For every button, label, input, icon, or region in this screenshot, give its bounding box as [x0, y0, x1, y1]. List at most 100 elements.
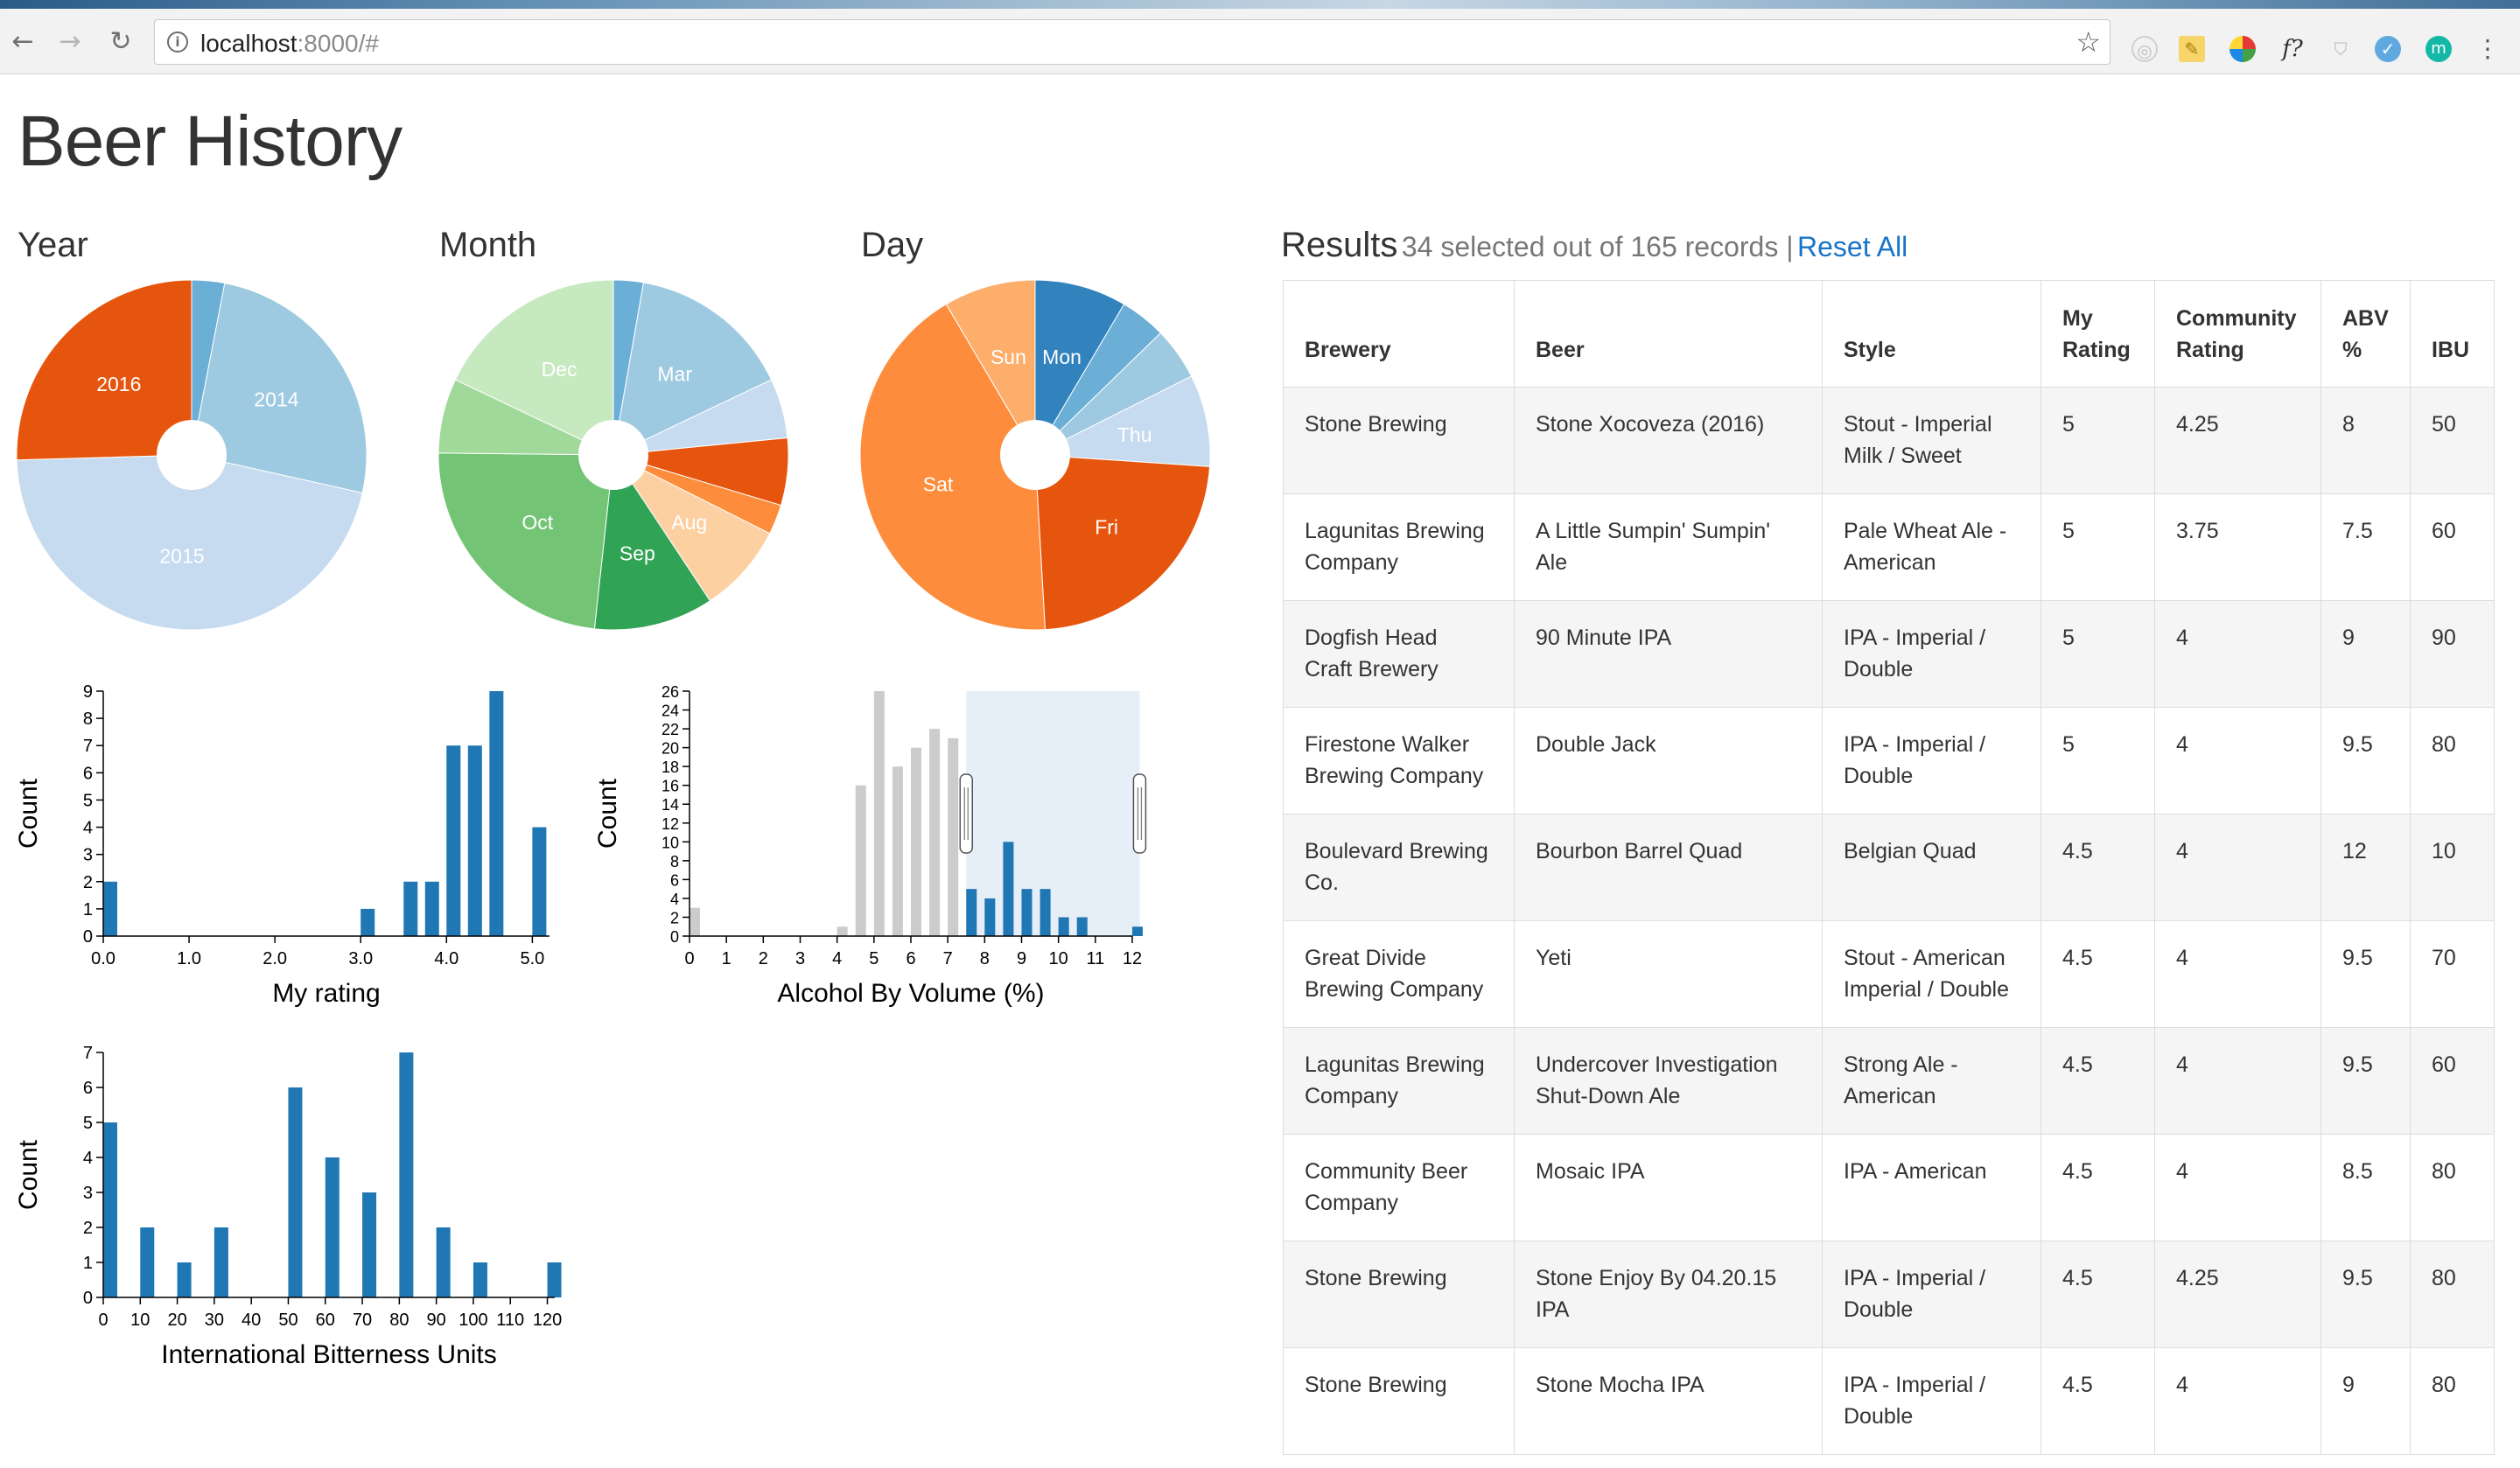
- ibu-bar[interactable]: [177, 1262, 192, 1297]
- abv-histogram[interactable]: 024681012141618202224260 1 2 3 4 5 6 7 8 9 10 11 12A…: [578, 674, 1172, 1024]
- community-cell-text: 4: [2176, 1052, 2188, 1077]
- ibu-cell: 50: [2410, 387, 2495, 494]
- ibu-bar[interactable]: [140, 1227, 155, 1297]
- ibu-bar[interactable]: [288, 1087, 303, 1297]
- rating-bar[interactable]: [424, 881, 439, 936]
- abv-bar[interactable]: [1021, 889, 1032, 936]
- style-cell: IPA - Imperial / Double: [1822, 1241, 2041, 1348]
- table-row[interactable]: Stone Brewing Stone Mocha IPA IPA - Imperi…: [1283, 1347, 2495, 1455]
- ibu-bar[interactable]: [325, 1157, 340, 1297]
- abv-cell-text: 9: [2342, 1373, 2355, 1397]
- ibu-cell-text: 80: [2432, 1159, 2456, 1184]
- abv-bar[interactable]: [690, 907, 700, 936]
- column-header[interactable]: Community Rating: [2154, 280, 2321, 388]
- column-header[interactable]: Brewery: [1283, 280, 1515, 388]
- ibu-bar[interactable]: [362, 1192, 377, 1297]
- ibu-bar[interactable]: [103, 1122, 117, 1297]
- column-header[interactable]: Style: [1822, 280, 2041, 388]
- rating-bar[interactable]: [532, 827, 547, 936]
- abv-bar[interactable]: [836, 926, 848, 936]
- brewery-cell-text: Company: [1305, 1084, 1398, 1108]
- abv-bar[interactable]: [1003, 842, 1014, 936]
- rating-histogram[interactable]: 0 1 2 3 4 5 6 7 8 9 0.0 1.0 2.0 3.0 4.0 5.0 My rating Cou…: [0, 674, 595, 1024]
- my-cell: 4.5: [2040, 920, 2155, 1028]
- ibu-bar[interactable]: [214, 1227, 228, 1297]
- rating-bar[interactable]: [467, 745, 482, 936]
- day-pie-chart[interactable]: Mon Thu Fri Sat Sun: [856, 276, 1214, 634]
- bookmark-star-icon[interactable]: ☆: [2076, 25, 2101, 59]
- extension-check-icon[interactable]: ✓: [2375, 36, 2401, 62]
- url-host: localhost: [200, 30, 298, 57]
- ibu-bar[interactable]: [547, 1262, 562, 1297]
- abv-bar[interactable]: [984, 898, 996, 936]
- table-row[interactable]: Stone Brewing Stone Enjoy By 04.20.15 IPA I…: [1283, 1241, 2495, 1348]
- day-label: Sat: [923, 473, 954, 496]
- extension-font-icon[interactable]: f?: [2275, 36, 2310, 62]
- extension-target-icon[interactable]: ◎: [2132, 36, 2158, 62]
- address-url[interactable]: localhost:8000/#: [200, 30, 379, 58]
- results-summary: 34 selected out of 165 records |: [1401, 231, 1794, 262]
- brewery-cell: Stone Brewing: [1283, 387, 1515, 494]
- forward-icon[interactable]: →: [54, 26, 86, 58]
- rating-bar[interactable]: [403, 881, 418, 936]
- address-bar[interactable]: i localhost:8000/# ☆: [154, 19, 2110, 65]
- extension-color-wheel-icon[interactable]: [2230, 36, 2256, 62]
- beer-cell-text: Stone Enjoy By 04.20.15: [1536, 1266, 1777, 1290]
- ibu-bar[interactable]: [472, 1262, 487, 1297]
- column-header[interactable]: IBU: [2410, 280, 2495, 388]
- table-row[interactable]: Firestone Walker Brewing Company Double Ja…: [1283, 707, 2495, 814]
- abv-bar[interactable]: [966, 889, 977, 936]
- extension-m-icon[interactable]: m: [2426, 36, 2452, 62]
- ibu-x-tick-label: 60: [316, 1311, 335, 1330]
- abv-bar[interactable]: [1132, 926, 1143, 936]
- abv-bar[interactable]: [948, 737, 959, 936]
- browser-menu-icon[interactable]: ⋮: [2474, 36, 2501, 62]
- reset-all-link[interactable]: Reset All: [1797, 231, 1908, 262]
- year-pie-chart[interactable]: 2014 2015 2016: [12, 276, 371, 634]
- month-label: Dec: [542, 358, 578, 381]
- abv-bar[interactable]: [1058, 917, 1069, 936]
- abv-bar[interactable]: [929, 729, 941, 936]
- column-header[interactable]: Beer: [1514, 280, 1823, 388]
- abv-brush-handle[interactable]: [1132, 773, 1147, 854]
- rating-bar[interactable]: [489, 691, 504, 936]
- column-header[interactable]: My Rating: [2040, 280, 2155, 388]
- table-row[interactable]: Lagunitas Brewing Company A Little Sumpin'…: [1283, 493, 2495, 601]
- abv-bar[interactable]: [855, 785, 866, 936]
- month-label: Sep: [620, 542, 655, 565]
- column-header[interactable]: ABV%: [2320, 280, 2411, 388]
- rating-y-tick-label: 0: [83, 927, 93, 947]
- back-icon[interactable]: ←: [7, 26, 38, 58]
- month-slice[interactable]: [438, 452, 614, 630]
- day-slice[interactable]: [1034, 454, 1211, 631]
- abv-bar[interactable]: [873, 691, 885, 936]
- abv-bar[interactable]: [892, 766, 903, 936]
- rating-bar[interactable]: [360, 908, 375, 936]
- ibu-bar[interactable]: [436, 1227, 451, 1297]
- table-row[interactable]: Dogfish Head Craft Brewery 90 Minute IPA IP…: [1283, 600, 2495, 708]
- table-row[interactable]: Stone Brewing Stone Xocoveza (2016) Stout …: [1283, 387, 2495, 494]
- table-row[interactable]: Community Beer Company Mosaic IPA IPA - Ame…: [1283, 1134, 2495, 1241]
- ibu-histogram[interactable]: 012345670 10 20 30 40 50 60 70 80 90 100 110 120Inte…: [0, 1035, 595, 1385]
- month-pie-chart[interactable]: Mar Aug Sep Oct Dec: [434, 276, 793, 634]
- ibu-cell: 80: [2410, 1347, 2495, 1455]
- reload-icon[interactable]: ↻: [105, 26, 136, 58]
- abv-bar[interactable]: [1076, 917, 1088, 936]
- abv-bar[interactable]: [911, 747, 921, 936]
- abv-brush-handle[interactable]: [959, 773, 973, 854]
- site-info-icon[interactable]: i: [167, 31, 188, 52]
- ibu-bar[interactable]: [399, 1052, 414, 1297]
- table-row[interactable]: Great Divide Brewing Company Yeti Stout - A…: [1283, 920, 2495, 1028]
- community-cell: 4: [2154, 707, 2321, 814]
- extension-edit-icon[interactable]: ✎: [2179, 36, 2205, 62]
- table-row[interactable]: Lagunitas Brewing Company Undercover Inves…: [1283, 1027, 2495, 1135]
- extension-shield-icon[interactable]: ⛉: [2328, 36, 2354, 62]
- style-cell: Stout - American Imperial / Double: [1822, 920, 2041, 1028]
- abv-bar[interactable]: [1040, 889, 1051, 936]
- table-row[interactable]: Boulevard Brewing Co. Bourbon Barrel Quad B…: [1283, 814, 2495, 921]
- rating-bar[interactable]: [446, 745, 461, 936]
- abv-x-tick-label: 5: [869, 949, 878, 968]
- rating-bar[interactable]: [103, 881, 117, 936]
- brewery-cell-text: Lagunitas Brewing: [1305, 519, 1485, 543]
- brewery-cell: Community Beer Company: [1283, 1134, 1515, 1241]
